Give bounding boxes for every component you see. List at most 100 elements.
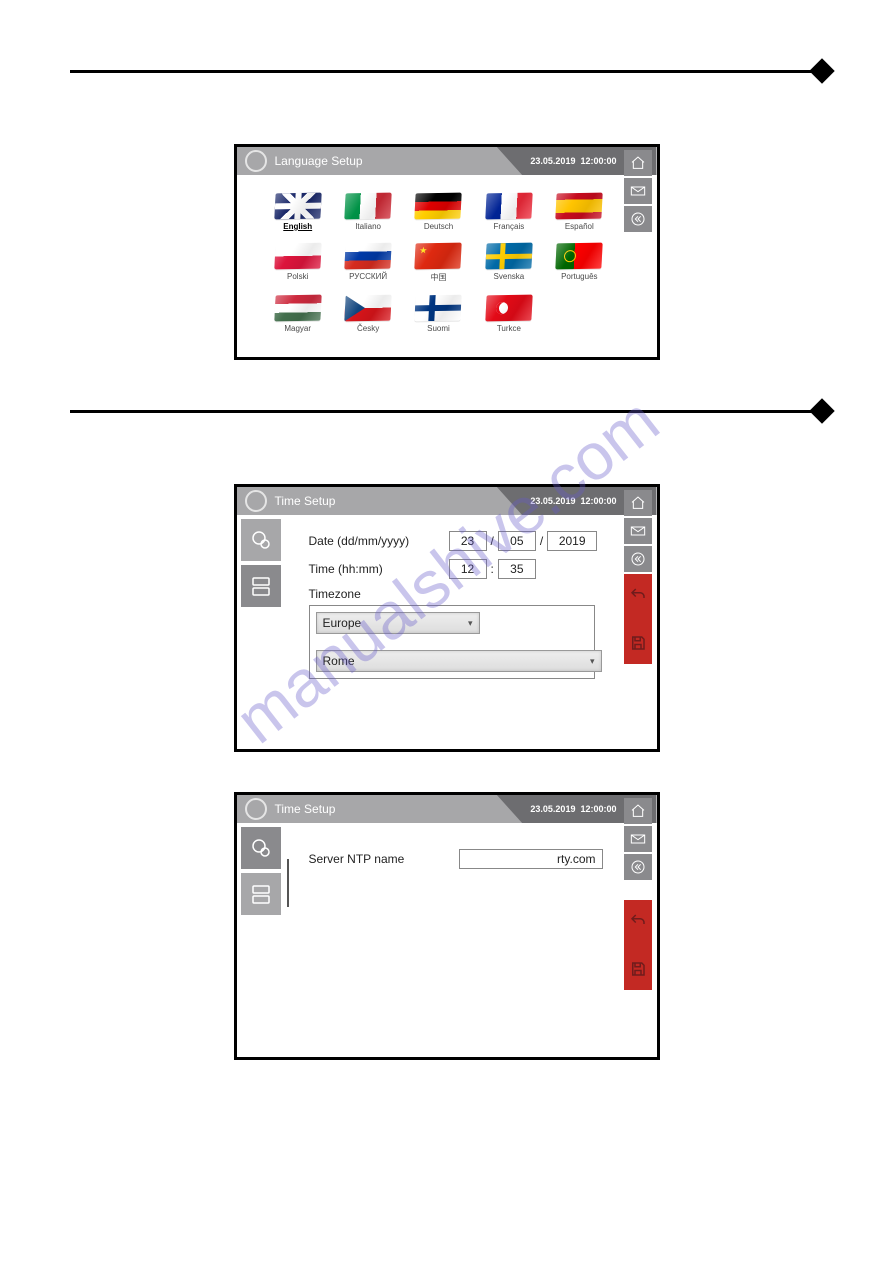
ntp-setup-panel: 23.05.2019 12:00:00 Time Setup xyxy=(234,792,660,1060)
time-hour-input[interactable]: 12 xyxy=(449,559,487,579)
titlebar-time: 12:00:00 xyxy=(580,496,616,506)
back-nav-button[interactable] xyxy=(624,206,652,232)
home-icon xyxy=(630,495,646,511)
double-chevron-left-icon xyxy=(630,211,646,227)
language-option-es[interactable]: Español xyxy=(548,193,610,231)
undo-icon[interactable] xyxy=(629,912,647,930)
flag-it-icon xyxy=(344,193,391,220)
language-label: Turkce xyxy=(497,324,521,333)
language-option-cz[interactable]: Česky xyxy=(337,295,399,333)
language-option-cn[interactable]: 中国 xyxy=(407,243,469,283)
language-option-pl[interactable]: Polski xyxy=(267,243,329,283)
save-icon[interactable] xyxy=(629,634,647,652)
flag-pt-icon xyxy=(556,243,603,270)
language-label: 中国 xyxy=(430,272,446,283)
titlebar: 23.05.2019 12:00:00 Time Setup xyxy=(237,487,657,515)
titlebar: 23.05.2019 12:00:00 Language Setup xyxy=(237,147,657,175)
language-label: Polski xyxy=(287,272,308,281)
language-label: РУССКИЙ xyxy=(349,272,387,281)
speech-bubble-icon xyxy=(245,150,267,172)
date-day-input[interactable]: 23 xyxy=(449,531,487,551)
flag-cz-icon xyxy=(344,295,391,322)
flag-uk-icon xyxy=(274,193,321,220)
time-minute-input[interactable]: 35 xyxy=(498,559,536,579)
panel-title: Time Setup xyxy=(275,494,336,508)
flag-hu-icon xyxy=(274,295,321,322)
back-nav-button[interactable] xyxy=(624,546,652,572)
date-month-input[interactable]: 05 xyxy=(498,531,536,551)
flag-es-icon xyxy=(556,193,603,220)
language-option-de[interactable]: Deutsch xyxy=(407,193,469,231)
home-icon xyxy=(630,803,646,819)
language-option-se[interactable]: Svenska xyxy=(478,243,540,283)
language-option-it[interactable]: Italiano xyxy=(337,193,399,231)
titlebar-date: 23.05.2019 xyxy=(530,804,575,814)
timezone-city-select[interactable]: Rome▾ xyxy=(316,650,602,672)
envelope-icon xyxy=(630,523,646,539)
home-button[interactable] xyxy=(624,490,652,516)
flag-fr-icon xyxy=(485,193,532,220)
chevron-down-icon: ▾ xyxy=(590,656,595,667)
timezone-region-select[interactable]: Europe▾ xyxy=(316,612,480,634)
titlebar-date: 23.05.2019 xyxy=(530,156,575,166)
double-chevron-left-icon xyxy=(630,551,646,567)
flag-pl-icon xyxy=(274,243,321,270)
timezone-box: Europe▾ Rome▾ xyxy=(309,605,595,679)
flag-se-icon xyxy=(485,243,532,270)
language-label: Suomi xyxy=(427,324,450,333)
language-option-uk[interactable]: English xyxy=(267,193,329,231)
language-option-ru[interactable]: РУССКИЙ xyxy=(337,243,399,283)
envelope-icon xyxy=(630,183,646,199)
language-option-fi[interactable]: Suomi xyxy=(407,295,469,333)
date-year-input[interactable]: 2019 xyxy=(547,531,597,551)
language-label: Magyar xyxy=(284,324,311,333)
time-setup-panel: 23.05.2019 12:00:00 Time Setup xyxy=(234,484,660,752)
language-setup-panel: 23.05.2019 12:00:00 Language Setup xyxy=(234,144,660,360)
action-bar xyxy=(624,900,652,990)
titlebar-date: 23.05.2019 xyxy=(530,496,575,506)
language-label: Português xyxy=(561,272,597,281)
language-label: Česky xyxy=(357,324,379,333)
time-label: Time (hh:mm) xyxy=(309,562,449,576)
share-button[interactable] xyxy=(624,826,652,852)
panel-title: Time Setup xyxy=(275,802,336,816)
flag-de-icon xyxy=(415,193,462,220)
language-option-tr[interactable]: Turkce xyxy=(478,295,540,333)
date-label: Date (dd/mm/yyyy) xyxy=(309,534,449,548)
section-divider xyxy=(70,60,823,84)
calendar-icon xyxy=(245,490,267,512)
calendar-icon xyxy=(245,798,267,820)
titlebar: 23.05.2019 12:00:00 Time Setup xyxy=(237,795,657,823)
envelope-icon xyxy=(630,831,646,847)
home-button[interactable] xyxy=(624,150,652,176)
share-button[interactable] xyxy=(624,178,652,204)
language-label: Deutsch xyxy=(424,222,453,231)
language-label: Français xyxy=(494,222,525,231)
language-option-fr[interactable]: Français xyxy=(478,193,540,231)
language-label: Español xyxy=(565,222,594,231)
language-label: English xyxy=(283,222,312,231)
language-label: Italiano xyxy=(355,222,381,231)
ntp-server-input[interactable]: rty.com xyxy=(459,849,603,869)
titlebar-time: 12:00:00 xyxy=(580,156,616,166)
save-icon[interactable] xyxy=(629,960,647,978)
double-chevron-left-icon xyxy=(630,859,646,875)
home-button[interactable] xyxy=(624,798,652,824)
action-bar xyxy=(624,574,652,664)
back-nav-button[interactable] xyxy=(624,854,652,880)
timezone-label: Timezone xyxy=(309,587,617,601)
panel-title: Language Setup xyxy=(275,154,363,168)
flag-ru-icon xyxy=(344,243,391,270)
titlebar-time: 12:00:00 xyxy=(580,804,616,814)
home-icon xyxy=(630,155,646,171)
flag-tr-icon xyxy=(485,295,532,322)
flag-fi-icon xyxy=(415,295,462,322)
ntp-label: Server NTP name xyxy=(309,852,459,866)
section-divider xyxy=(70,400,823,424)
language-option-pt[interactable]: Português xyxy=(548,243,610,283)
language-option-hu[interactable]: Magyar xyxy=(267,295,329,333)
chevron-down-icon: ▾ xyxy=(468,618,473,629)
share-button[interactable] xyxy=(624,518,652,544)
undo-icon[interactable] xyxy=(629,586,647,604)
language-label: Svenska xyxy=(494,272,525,281)
